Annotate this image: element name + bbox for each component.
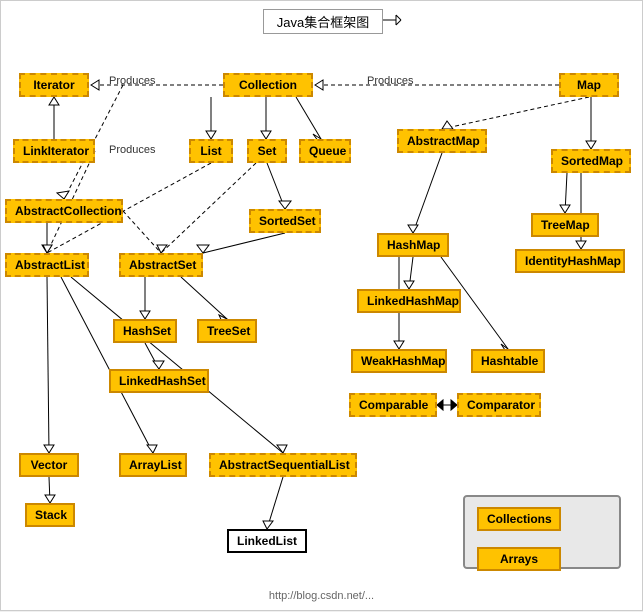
produces-label-1: Produces — [109, 75, 155, 87]
weakhashmap-node: WeakHashMap — [351, 349, 447, 373]
abstractmap-node: AbstractMap — [397, 129, 487, 153]
abstractset-node: AbstractSet — [119, 253, 203, 277]
linkedhashset-node: LinkedHashSet — [109, 369, 209, 393]
vector-node: Vector — [19, 453, 79, 477]
iterator-node: Iterator — [19, 73, 89, 97]
hashset-node: HashSet — [113, 319, 177, 343]
title-node: Java集合框架图 — [263, 9, 383, 34]
hashtable-node: Hashtable — [471, 349, 545, 373]
list-node: List — [189, 139, 233, 163]
produces-label-2: Produces — [367, 75, 413, 87]
url-text: http://blog.csdn.net/... — [269, 590, 374, 602]
diagram-container: Java集合框架图 Produces Produces Produces Ite… — [0, 0, 643, 611]
abstractsequentiallist-node: AbstractSequentialList — [209, 453, 357, 477]
arrays-node: Arrays — [477, 547, 561, 571]
linkedhashmap-node: LinkedHashMap — [357, 289, 461, 313]
treemap-node: TreeMap — [531, 213, 599, 237]
hashmap-node: HashMap — [377, 233, 449, 257]
sortedmap-node: SortedMap — [551, 149, 631, 173]
linkedlist-node: LinkedList — [227, 529, 307, 553]
sortedset-node: SortedSet — [249, 209, 321, 233]
comparable-node: Comparable — [349, 393, 437, 417]
legend-box: Collections Arrays — [463, 495, 621, 569]
collection-node: Collection — [223, 73, 313, 97]
identityhashmap-node: IdentityHashMap — [515, 249, 625, 273]
arraylist-node: ArrayList — [119, 453, 187, 477]
set-node: Set — [247, 139, 287, 163]
collections-node: Collections — [477, 507, 561, 531]
abstractlist-node: AbstractList — [5, 253, 89, 277]
map-node: Map — [559, 73, 619, 97]
queue-node: Queue — [299, 139, 351, 163]
linkiterator-node: LinkIterator — [13, 139, 95, 163]
stack-node: Stack — [25, 503, 75, 527]
produces-label-3: Produces — [109, 144, 155, 156]
abstractcollection-node: AbstractCollection — [5, 199, 123, 223]
treeset-node: TreeSet — [197, 319, 257, 343]
comparator-node: Comparator — [457, 393, 541, 417]
